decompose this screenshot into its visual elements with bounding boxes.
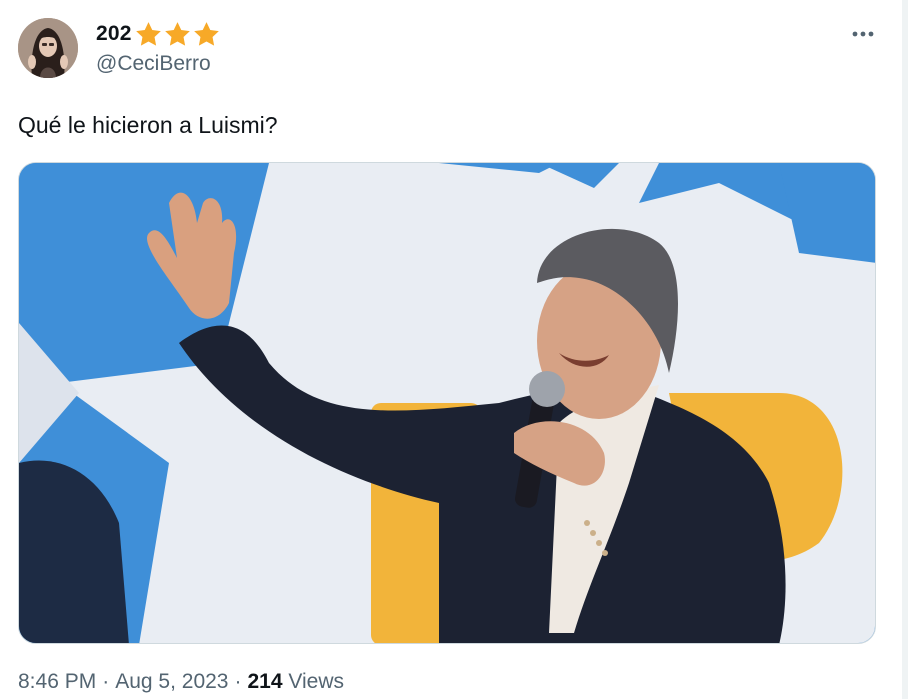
meta-separator: ·: [102, 670, 110, 693]
tweet-media-photo[interactable]: [18, 162, 876, 644]
timeline-border: [902, 0, 908, 699]
meta-separator: ·: [234, 670, 242, 693]
more-dots-icon: [852, 31, 874, 37]
star-badges: [134, 20, 221, 49]
avatar[interactable]: [18, 18, 78, 78]
views-count: 214: [247, 670, 283, 693]
star-icon: [135, 21, 161, 46]
star-icon: [164, 21, 190, 46]
tweet-meta: 8:46 PM · Aug 5, 2023 · 214 Views: [18, 670, 344, 694]
user-display-name[interactable]: 202: [96, 20, 221, 48]
star-icon: [193, 21, 219, 46]
avatar-photo-icon: [18, 18, 78, 78]
tweet-time[interactable]: 8:46 PM: [18, 670, 96, 693]
tweet-text: Qué le hicieron a Luismi?: [18, 112, 278, 138]
display-name-text: 202: [96, 22, 132, 45]
photo-man-waving-icon: [19, 163, 875, 643]
views-label: Views: [288, 670, 345, 693]
user-handle[interactable]: @CeciBerro: [96, 52, 211, 76]
more-options-button[interactable]: [848, 20, 878, 48]
tweet-date[interactable]: Aug 5, 2023: [115, 670, 228, 693]
